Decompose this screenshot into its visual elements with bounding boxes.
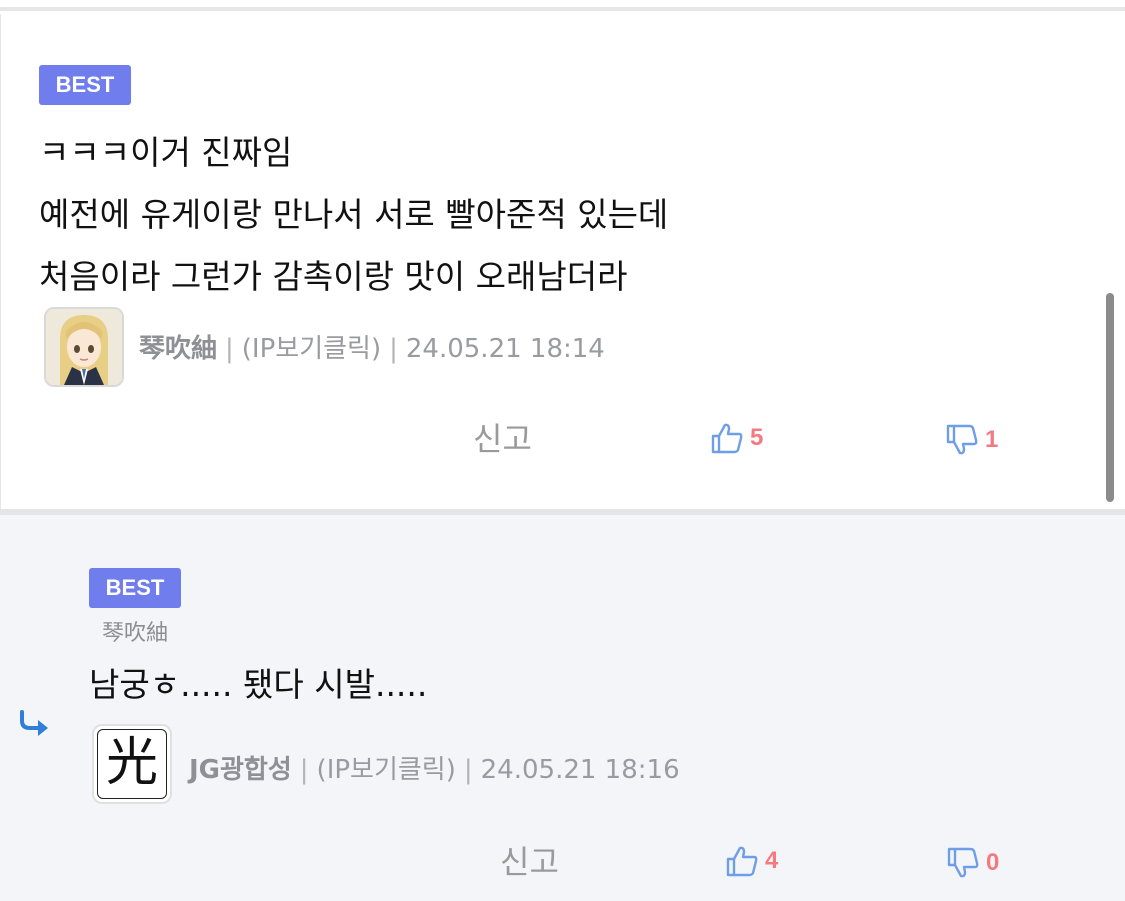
reply-arrow-icon xyxy=(20,710,48,736)
reply-target-nick: 琴吹紬 xyxy=(102,621,169,646)
comment-line-3: 처음이라 그런가 감촉이랑 맛이 오래남더라 xyxy=(39,257,628,296)
comment-line-1: 남궁ㅎ..... 됐다 시발..... xyxy=(89,665,428,704)
meta-separator: | xyxy=(389,334,398,364)
best-badge: BEST xyxy=(89,568,181,608)
ip-view-link[interactable]: (IP보기클릭) xyxy=(242,334,381,364)
like-count: 4 xyxy=(765,847,779,874)
comment-line-2: 예전에 유게이랑 만나서 서로 빨아준적 있는데 xyxy=(39,195,669,234)
comment-meta: JG광합성 | (IP보기클릭) | 24.05.21 18:16 xyxy=(189,752,680,788)
author-nick[interactable]: JG광합성 xyxy=(189,755,292,785)
report-button[interactable]: 신고 xyxy=(500,842,559,882)
like-count: 5 xyxy=(750,424,764,451)
comment-best-reply: BEST 琴吹紬 남궁ㅎ..... 됐다 시발..... 光 JG광합성 | (IP… xyxy=(0,515,1125,901)
author-nick[interactable]: 琴吹紬 xyxy=(139,334,217,364)
comment-date: 24.05.21 18:16 xyxy=(480,755,680,785)
thumbs-down-icon xyxy=(946,424,978,455)
comment-date: 24.05.21 18:14 xyxy=(405,334,605,364)
dislike-button[interactable]: 0 xyxy=(946,843,999,883)
like-button[interactable]: 5 xyxy=(710,418,763,458)
dislike-count: 1 xyxy=(985,426,999,453)
report-button[interactable]: 신고 xyxy=(473,419,532,459)
like-button[interactable]: 4 xyxy=(725,841,778,881)
thumbs-down-icon xyxy=(947,847,979,878)
best-badge: BEST xyxy=(39,65,131,105)
avatar-glyph: 光 xyxy=(97,729,167,799)
kanji-avatar-icon[interactable]: 光 xyxy=(92,724,172,804)
meta-separator: | xyxy=(299,755,309,785)
thumbs-up-icon xyxy=(711,423,743,454)
comment-line-1: ㅋㅋㅋ이거 진짜임 xyxy=(39,133,293,172)
comment-best-1: BEST ㅋㅋㅋ이거 진짜임 예전에 유게이랑 만나서 서로 빨아준적 있는데 … xyxy=(0,14,1125,510)
thumbs-up-icon xyxy=(726,846,758,877)
scrollbar-thumb[interactable] xyxy=(1106,293,1114,502)
meta-separator: | xyxy=(225,334,234,364)
anime-girl-avatar-icon[interactable] xyxy=(44,307,124,387)
top-divider xyxy=(0,0,1125,11)
dislike-button[interactable]: 1 xyxy=(945,420,998,460)
meta-separator: | xyxy=(463,755,473,785)
ip-view-link[interactable]: (IP보기클릭) xyxy=(317,755,456,785)
dislike-count: 0 xyxy=(986,849,1000,876)
comment-meta: 琴吹紬 | (IP보기클릭) | 24.05.21 18:14 xyxy=(139,331,605,367)
